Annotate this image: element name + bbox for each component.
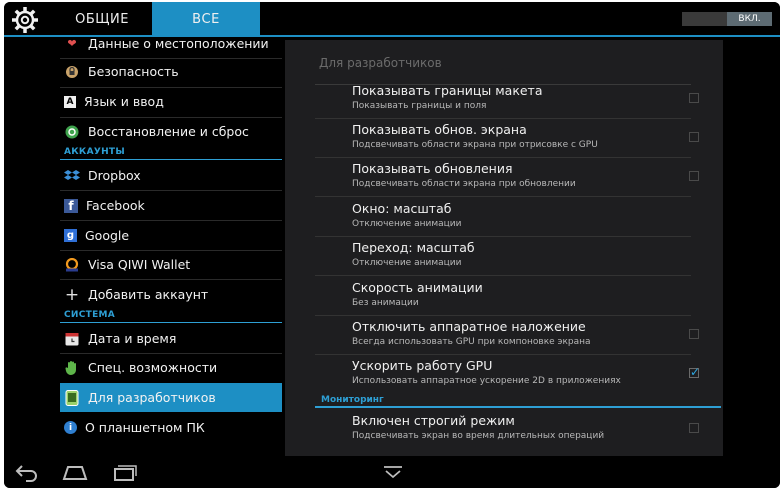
sidebar-item-google[interactable]: g Google [60, 221, 282, 250]
pref-transition-animation-scale[interactable]: Переход: масштаб Отключение анимации [315, 237, 719, 276]
clock-icon [64, 331, 80, 347]
back-icon[interactable] [14, 462, 40, 482]
pref-title: Скорость анимации [352, 280, 483, 295]
sidebar-item-developer[interactable]: Для разработчиков [60, 383, 282, 412]
sidebar-item-label: Dropbox [88, 168, 141, 183]
pref-title: Показывать обновления [352, 161, 513, 176]
dropbox-icon [64, 168, 80, 184]
sidebar-item-label: О планшетном ПК [85, 420, 205, 435]
chevron-down-icon[interactable] [380, 462, 406, 482]
restore-icon [64, 124, 80, 140]
checkbox[interactable] [689, 329, 699, 339]
sidebar-item-label: Данные о местоположении [88, 36, 269, 51]
checkbox[interactable] [689, 423, 699, 433]
sidebar-item-label: Спец. возможности [88, 360, 218, 375]
sidebar-item-label: Visa QIWI Wallet [88, 257, 191, 272]
pref-show-screen-updates[interactable]: Показывать обновления Подсвечивать облас… [315, 158, 719, 197]
settings-screen: ОБЩИЕ ВСЕ ВКЛ. ❤ Данные о местоположении… [4, 2, 780, 488]
pref-disable-hw-overlays[interactable]: Отключить аппаратное наложение Всегда ис… [315, 316, 719, 355]
pref-title: Включен строгий режим [352, 413, 515, 428]
divider [315, 196, 691, 197]
pref-animation-speed[interactable]: Скорость анимации Без анимации [315, 277, 719, 316]
navigation-bar [4, 456, 780, 488]
panel-title: Для разработчиков [319, 56, 442, 70]
pref-summary: Использовать аппаратное ускорение 2D в п… [352, 376, 621, 386]
pref-summary: Без анимации [352, 298, 419, 308]
pref-title: Окно: масштаб [352, 201, 452, 216]
sidebar-item-label: Дата и время [88, 331, 177, 346]
sidebar-item-about[interactable]: i О планшетном ПК [60, 413, 282, 442]
google-icon: g [64, 229, 77, 242]
recents-icon[interactable] [112, 462, 138, 482]
pref-show-layout-bounds[interactable]: Показывать границы макета Показывать гра… [315, 80, 719, 119]
pref-title: Показывать обнов. экрана [352, 122, 527, 137]
location-icon: ❤ [67, 37, 77, 50]
sidebar-item-add-account[interactable]: + Добавить аккаунт [60, 280, 282, 309]
sidebar-item-date-time[interactable]: Дата и время [60, 324, 282, 353]
master-toggle[interactable]: ВКЛ. [682, 12, 772, 26]
pref-title: Ускорить работу GPU [352, 358, 493, 373]
checkbox[interactable] [689, 93, 699, 103]
pref-summary: Подсвечивать области экрана при отрисовк… [352, 140, 598, 150]
sidebar-item-label: Язык и ввод [84, 94, 164, 109]
developer-options-panel: Для разработчиков Показывать границы мак… [285, 40, 723, 468]
plus-icon: + [64, 284, 80, 305]
pref-show-gpu-updates[interactable]: Показывать обнов. экрана Подсвечивать об… [315, 119, 719, 158]
accounts-header-line [60, 159, 282, 160]
pref-title: Переход: масштаб [352, 240, 475, 255]
sidebar-item-qiwi[interactable]: Visa QIWI Wallet [60, 250, 282, 279]
checkbox[interactable] [689, 171, 699, 181]
sidebar-item-label: Google [85, 228, 130, 243]
hand-icon [64, 360, 80, 376]
settings-sidebar: ❤ Данные о местоположении Безопасность A… [4, 36, 284, 447]
sidebar-item-language[interactable]: A Язык и ввод [60, 87, 282, 116]
pref-title: Показывать границы макета [352, 83, 543, 98]
pref-summary: Показывать границы и поля [352, 101, 487, 111]
sidebar-item-label: Для разработчиков [88, 390, 216, 405]
pref-strict-mode[interactable]: Включен строгий режим Подсвечивать экран… [315, 410, 719, 449]
pref-summary: Всегда использовать GPU при компоновке э… [352, 337, 591, 347]
info-icon: i [64, 421, 77, 434]
tab-general-label: ОБЩИЕ [75, 11, 129, 27]
sidebar-item-label: Facebook [86, 198, 145, 213]
sidebar-item-label: Восстановление и сброс [88, 124, 249, 139]
sidebar-item-dropbox[interactable]: Dropbox [60, 161, 282, 190]
system-header-line [60, 322, 282, 323]
pref-summary: Подсвечивать экран во время длительных о… [352, 431, 605, 441]
divider [315, 275, 691, 276]
language-icon: A [64, 95, 76, 108]
pref-window-animation-scale[interactable]: Окно: масштаб Отключение анимации [315, 198, 719, 237]
sidebar-item-location[interactable]: ❤ Данные о местоположении [60, 29, 282, 58]
developer-icon [64, 389, 80, 406]
sidebar-item-restore[interactable]: Восстановление и сброс [60, 117, 282, 146]
checkbox[interactable] [689, 132, 699, 142]
sidebar-item-accessibility[interactable]: Спец. возможности [60, 353, 282, 382]
checkbox-checked[interactable]: ✓ [689, 365, 701, 379]
lock-icon [64, 64, 80, 80]
sidebar-item-label: Добавить аккаунт [88, 287, 209, 302]
pref-force-gpu-rendering[interactable]: Ускорить работу GPU Использовать аппарат… [315, 355, 719, 394]
monitoring-header-line [315, 406, 721, 408]
facebook-icon: f [64, 198, 78, 213]
sidebar-item-facebook[interactable]: f Facebook [60, 191, 282, 220]
sidebar-item-label: Безопасность [88, 64, 179, 79]
gear-icon[interactable] [10, 5, 40, 35]
tab-all-label: ВСЕ [192, 11, 220, 27]
pref-title: Отключить аппаратное наложение [352, 319, 586, 334]
sidebar-item-security[interactable]: Безопасность [60, 57, 282, 86]
toggle-on-label: ВКЛ. [727, 12, 772, 26]
monitoring-header: Мониторинг [321, 395, 384, 405]
qiwi-icon [64, 257, 80, 273]
pref-summary: Подсвечивать области экрана при обновлен… [352, 179, 576, 189]
home-icon[interactable] [62, 462, 88, 482]
pref-summary: Отключение анимации [352, 219, 462, 229]
checkmark-icon: ✓ [690, 365, 701, 379]
pref-summary: Отключение анимации [352, 258, 462, 268]
